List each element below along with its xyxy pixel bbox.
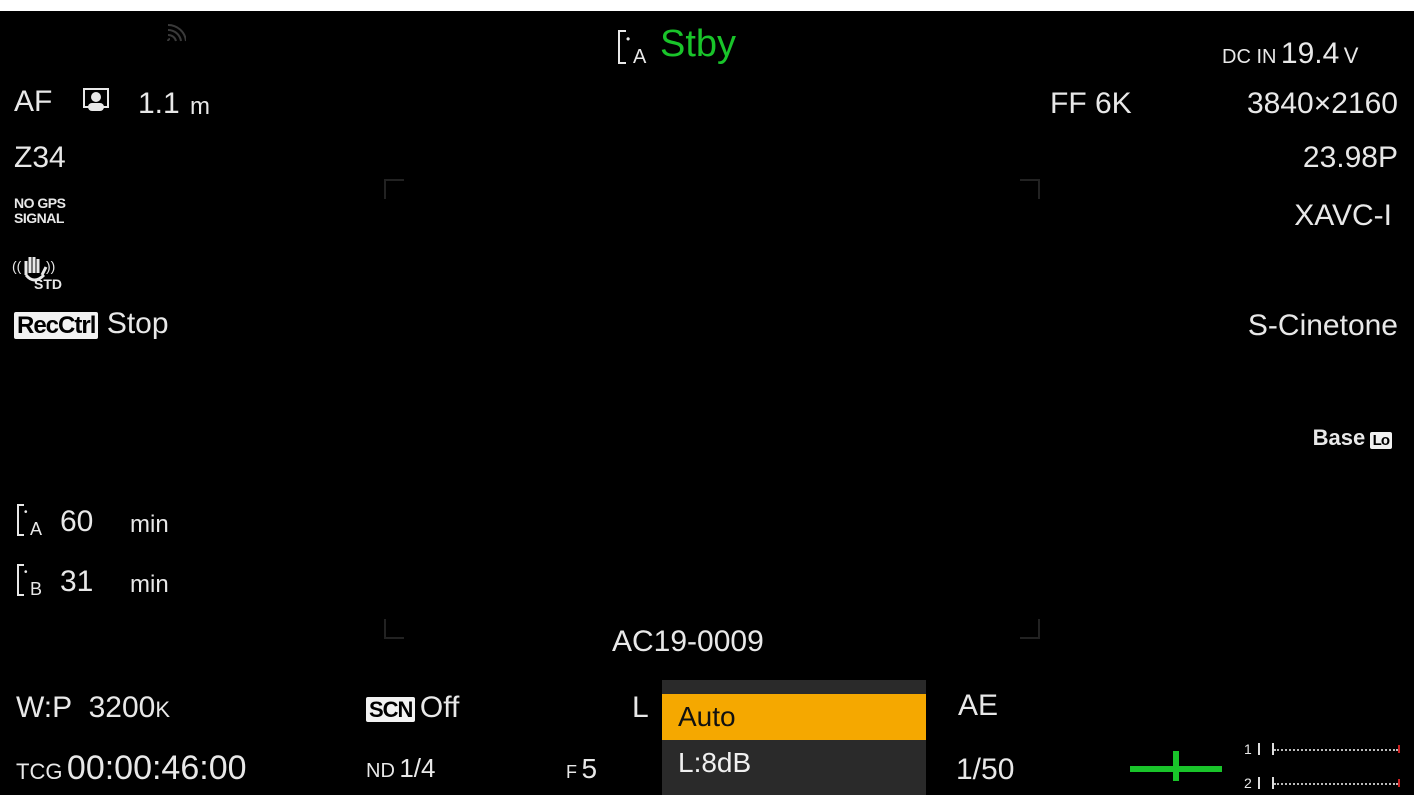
frame-guide-bottom-right xyxy=(1020,619,1040,639)
media-a-unit: min xyxy=(130,511,169,538)
scene-file: SCN Off xyxy=(366,691,459,725)
frame-guide-top-left xyxy=(384,179,404,199)
gps-status-line2: SIGNAL xyxy=(14,210,64,226)
media-a-icon: • A xyxy=(16,503,50,542)
scene-file-badge: SCN xyxy=(366,697,416,722)
media-a-remaining: 60 xyxy=(60,505,94,538)
audio-ch2-bars xyxy=(1258,777,1274,789)
audio-ch1-peak xyxy=(1398,745,1400,753)
stabilizer-mode: STD xyxy=(34,276,62,291)
audio-ch2-label: 2 xyxy=(1244,775,1252,791)
media-b-icon: • B xyxy=(16,563,50,602)
wireless-signal-icon xyxy=(166,23,187,48)
camera-monitor-screen: • A Stby DC IN 19.4 V AF 1.1 m Z34 NO GPS… xyxy=(0,11,1414,795)
shutter-speed: 1/50 xyxy=(956,753,1015,786)
clip-name: AC19-0009 xyxy=(612,625,764,658)
audio-ch2-peak xyxy=(1398,779,1400,787)
imager-mode: FF 6K xyxy=(1050,87,1132,120)
power-indicator: DC IN 19.4 V xyxy=(1222,37,1358,71)
wb-unit: K xyxy=(155,697,171,722)
gps-status: NO GPS SIGNAL xyxy=(14,195,66,226)
svg-text:B: B xyxy=(30,579,42,597)
power-source-label: DC IN xyxy=(1222,46,1277,68)
frame-rate: 23.98P xyxy=(1302,141,1398,174)
media-slot-letter: A xyxy=(633,46,647,67)
nd-filter: ND 1/4 xyxy=(366,753,436,784)
media-b-remaining: 31 xyxy=(60,565,94,598)
wb-preset: W:P xyxy=(16,691,73,724)
svg-text:A: A xyxy=(30,519,42,537)
rec-control-state: Stop xyxy=(106,307,169,340)
audio-meter: 1 2 xyxy=(1244,741,1404,795)
zoom-position: Z34 xyxy=(14,141,66,174)
focus-distance: 1.1 xyxy=(138,87,180,120)
gain-label-partial: L xyxy=(632,691,649,724)
audio-ch1-bars xyxy=(1258,743,1274,755)
base-iso-badge: Lo xyxy=(1369,432,1392,449)
nd-value: 1/4 xyxy=(399,753,436,783)
timecode-label: TCG xyxy=(16,759,63,784)
audio-ch1-label: 1 xyxy=(1244,741,1252,757)
svg-text:•: • xyxy=(24,567,28,578)
auto-exposure-indicator: AE xyxy=(958,689,999,722)
voltage-unit: V xyxy=(1343,43,1359,68)
face-detect-icon xyxy=(82,87,110,118)
focus-mode: AF xyxy=(14,85,53,118)
rec-control-badge: RecCtrl xyxy=(14,312,99,339)
gps-status-line1: NO GPS xyxy=(14,195,66,211)
base-iso: Base Lo xyxy=(1313,425,1392,451)
frame-guide-bottom-left xyxy=(384,619,404,639)
gain-dropdown-menu[interactable]: Auto L:8dB xyxy=(662,680,926,795)
nd-label: ND xyxy=(366,760,395,782)
image-stabilizer-icon: (()) STD xyxy=(12,251,82,296)
svg-text:•: • xyxy=(626,32,630,46)
focus-distance-unit: m xyxy=(190,93,210,120)
iris-label: F xyxy=(566,762,577,782)
recording-status: Stby xyxy=(660,23,737,65)
frame-guide-top-right xyxy=(1020,179,1040,199)
look-profile: S-Cinetone xyxy=(1247,309,1398,342)
svg-text:)): )) xyxy=(46,258,55,274)
iris-value: 5 xyxy=(581,753,598,784)
dropdown-option-auto[interactable]: Auto xyxy=(662,694,926,740)
media-b-unit: min xyxy=(130,571,169,598)
rec-control: RecCtrl Stop xyxy=(14,307,169,341)
iris: F 5 xyxy=(566,753,597,785)
codec: XAVC-I xyxy=(1294,199,1392,232)
voltage-value: 19.4 xyxy=(1280,37,1340,70)
timecode-value: 00:00:46:00 xyxy=(66,749,247,787)
svg-text:•: • xyxy=(24,507,28,518)
base-iso-label: Base xyxy=(1312,425,1366,450)
level-gauge-icon xyxy=(1130,747,1222,786)
dropdown-option-8db[interactable]: L:8dB xyxy=(662,740,926,786)
resolution: 3840×2160 xyxy=(1247,87,1398,120)
audio-ch1-level xyxy=(1274,749,1398,753)
svg-text:((: (( xyxy=(12,258,22,274)
media-slot-icon: • A xyxy=(616,27,658,72)
white-balance: W:P 3200K xyxy=(16,691,170,725)
wb-value: 3200 xyxy=(88,691,156,724)
audio-ch2-level xyxy=(1274,783,1398,787)
timecode: TCG 00:00:46:00 xyxy=(16,749,247,788)
scene-file-state: Off xyxy=(419,691,460,724)
